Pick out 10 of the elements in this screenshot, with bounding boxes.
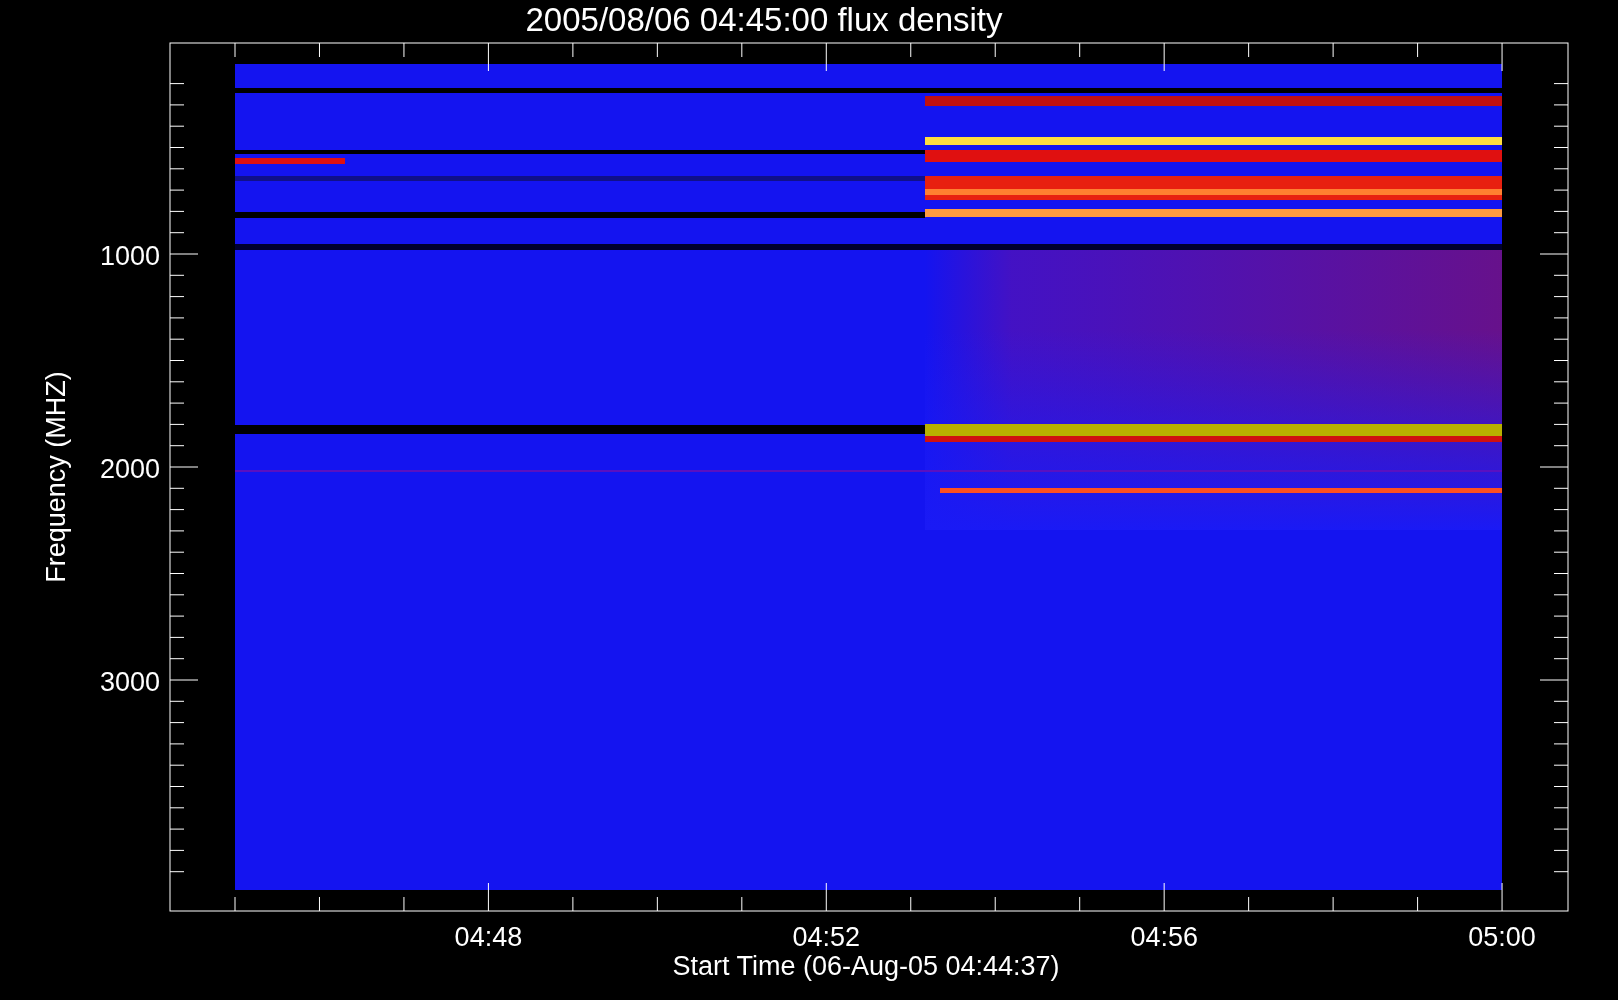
chart-title: 2005/08/06 04:45:00 flux density	[525, 1, 1003, 38]
x-tick-label: 04:56	[1130, 922, 1198, 952]
y-axis-label: Frequency (MHZ)	[41, 371, 71, 583]
y-tick-label: 1000	[99, 241, 160, 271]
x-tick-label: 04:48	[454, 922, 523, 952]
x-tick-label: 05:00	[1468, 922, 1536, 952]
y-tick-label: 3000	[99, 667, 160, 697]
x-axis-label: Start Time (06-Aug-05 04:44:37)	[672, 951, 1060, 981]
y-tick-label: 2000	[99, 454, 160, 484]
x-tick-label: 04:52	[792, 922, 861, 952]
